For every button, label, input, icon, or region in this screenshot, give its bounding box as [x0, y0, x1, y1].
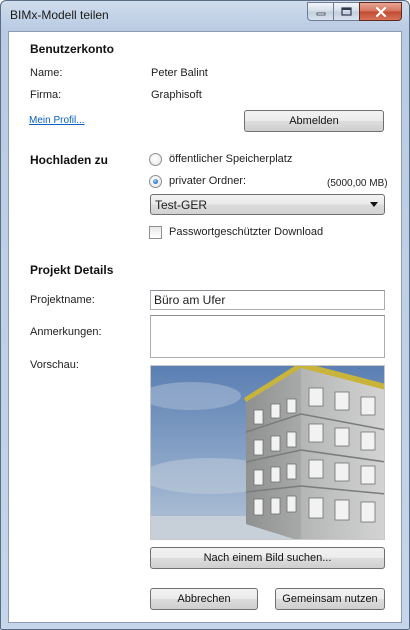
preview-label: Vorschau:: [30, 359, 79, 371]
folder-dropdown-value: Test-GER: [155, 198, 208, 212]
company-value: Graphisoft: [151, 89, 202, 101]
browse-image-button[interactable]: Nach einem Bild suchen...: [150, 547, 385, 569]
divider: [13, 142, 398, 143]
public-storage-label[interactable]: öffentlicher Speicherplatz: [169, 153, 292, 165]
title-bar[interactable]: BIMx-Modell teilen: [1, 1, 409, 31]
preview-image: [150, 365, 385, 540]
window-title: BIMx-Modell teilen: [10, 8, 109, 22]
caption-buttons: [307, 2, 402, 21]
folder-dropdown[interactable]: Test-GER: [150, 194, 385, 215]
cancel-button[interactable]: Abbrechen: [150, 588, 258, 610]
project-name-field[interactable]: Büro am Ufer: [150, 290, 385, 310]
notes-label: Anmerkungen:: [30, 326, 102, 338]
public-storage-radio[interactable]: [149, 153, 162, 166]
password-download-label[interactable]: Passwortgeschützter Download: [169, 226, 323, 238]
project-name-label: Projektname:: [30, 294, 95, 306]
share-button[interactable]: Gemeinsam nutzen: [275, 588, 385, 610]
divider: [13, 574, 398, 575]
close-icon: [375, 6, 386, 17]
dialog-window: BIMx-Modell teilen Benutzerkonto Name: P…: [0, 0, 410, 630]
maximize-button[interactable]: [333, 2, 359, 21]
password-download-checkbox[interactable]: [149, 226, 162, 239]
divider: [13, 250, 398, 251]
private-folder-label[interactable]: privater Ordner:: [169, 175, 246, 187]
chevron-down-icon: [370, 202, 378, 207]
quota-text: (5000,00 MB): [327, 178, 388, 189]
account-heading: Benutzerkonto: [30, 42, 114, 56]
company-label: Firma:: [30, 89, 62, 101]
profile-link[interactable]: Mein Profil...: [29, 115, 85, 126]
notes-field[interactable]: [150, 315, 385, 358]
building-preview-icon: [151, 366, 384, 539]
name-value: Peter Balint: [151, 67, 208, 79]
close-button[interactable]: [359, 2, 402, 21]
maximize-icon: [341, 7, 352, 16]
minimize-button[interactable]: [307, 2, 333, 21]
upload-heading: Hochladen zu: [30, 153, 109, 167]
name-label: Name:: [30, 67, 63, 79]
logout-button[interactable]: Abmelden: [244, 110, 384, 132]
project-heading: Projekt Details: [30, 263, 114, 277]
minimize-icon: [316, 12, 325, 15]
private-folder-radio[interactable]: [149, 175, 162, 188]
dialog-body: Benutzerkonto Name: Peter Balint Firma: …: [8, 31, 402, 623]
